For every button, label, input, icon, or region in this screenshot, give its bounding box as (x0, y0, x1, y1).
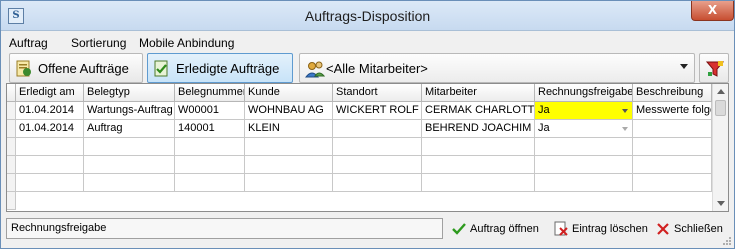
filter-icon (705, 61, 725, 77)
completed-orders-button[interactable]: Erledigte Aufträge (147, 53, 293, 83)
table-cell[interactable] (422, 156, 535, 174)
status-field: Rechnungsfreigabe (6, 218, 443, 239)
employee-filter-value: <Alle Mitarbeiter> (326, 61, 428, 76)
invoice-release-value: Ja (538, 122, 550, 134)
close-button[interactable]: Schließen (655, 219, 725, 239)
table-cell[interactable] (175, 174, 245, 192)
chevron-down-icon (622, 109, 628, 113)
completed-orders-icon (154, 60, 168, 77)
row-selector[interactable] (7, 174, 16, 192)
orders-grid: Erledigt am Belegtyp Belegnummer Kunde S… (6, 83, 729, 212)
open-orders-label: Offene Aufträge (38, 61, 129, 76)
table-cell[interactable] (535, 174, 633, 192)
filter-button[interactable] (699, 53, 729, 83)
scroll-down-icon[interactable] (717, 201, 725, 206)
table-cell[interactable]: W00001 (175, 102, 245, 120)
column-header-standort[interactable]: Standort (333, 84, 422, 102)
table-cell[interactable] (633, 120, 712, 138)
table-cell[interactable]: WOHNBAU AG (245, 102, 333, 120)
table-cell[interactable] (422, 174, 535, 192)
menu-sortierung[interactable]: Sortierung (71, 36, 126, 50)
checkmark-icon (452, 223, 466, 235)
table-cell[interactable] (333, 156, 422, 174)
row-selector[interactable] (7, 156, 16, 174)
table-cell[interactable]: BEHREND JOACHIM (422, 120, 535, 138)
table-cell[interactable]: Messwerte folge (633, 102, 712, 120)
window-close-button[interactable]: X (691, 1, 734, 21)
open-orders-button[interactable]: Offene Aufträge (9, 53, 143, 83)
completed-orders-label: Erledigte Aufträge (176, 61, 280, 76)
menu-mobile-anbindung[interactable]: Mobile Anbindung (139, 36, 234, 50)
table-cell[interactable] (245, 156, 333, 174)
table-cell[interactable]: 140001 (175, 120, 245, 138)
table-cell[interactable] (16, 156, 84, 174)
window-title: Auftrags-Disposition (304, 8, 431, 24)
table-cell[interactable] (84, 138, 175, 156)
delete-document-icon (554, 221, 568, 236)
table-cell[interactable] (535, 156, 633, 174)
table-cell[interactable]: WICKERT ROLF (333, 102, 422, 120)
row-selector[interactable] (7, 138, 16, 156)
open-order-label: Auftrag öffnen (470, 223, 539, 235)
column-header-belegnummer[interactable]: Belegnummer (175, 84, 245, 102)
users-icon (305, 61, 325, 78)
open-orders-icon (16, 60, 31, 77)
table-cell[interactable] (245, 138, 333, 156)
table-cell[interactable] (333, 120, 422, 138)
table-cell[interactable] (633, 156, 712, 174)
invoice-release-select[interactable]: Ja (535, 120, 633, 138)
table-cell[interactable] (633, 138, 712, 156)
resize-grip-icon[interactable] (722, 236, 732, 246)
table-cell[interactable] (175, 156, 245, 174)
column-header-belegtyp[interactable]: Belegtyp (84, 84, 175, 102)
row-selector[interactable] (7, 120, 16, 138)
row-header-corner (7, 84, 16, 102)
employee-filter-select[interactable]: <Alle Mitarbeiter> (299, 53, 695, 83)
main-window: S Auftrags-Disposition X Auftrag Sortier… (0, 0, 735, 249)
menu-auftrag[interactable]: Auftrag (9, 36, 48, 50)
delete-entry-label: Eintrag löschen (572, 223, 648, 235)
table-cell[interactable]: Wartungs-Auftrag (84, 102, 175, 120)
chevron-down-icon (622, 127, 628, 131)
row-selector[interactable] (7, 102, 16, 120)
table-cell[interactable] (333, 138, 422, 156)
table-cell[interactable]: 01.04.2014 (16, 120, 84, 138)
open-order-button[interactable]: Auftrag öffnen (451, 219, 547, 239)
vertical-scrollbar[interactable] (712, 84, 728, 211)
scroll-thumb[interactable] (715, 100, 726, 116)
invoice-release-value: Ja (538, 104, 550, 116)
table-cell[interactable] (245, 174, 333, 192)
table-cell[interactable]: KLEIN (245, 120, 333, 138)
table-cell[interactable] (333, 174, 422, 192)
table-cell[interactable] (175, 138, 245, 156)
chevron-down-icon (680, 64, 688, 69)
column-header-beschreibung[interactable]: Beschreibung (633, 84, 712, 102)
close-label: Schließen (674, 223, 723, 235)
column-header-rechnungsfreigabe[interactable]: Rechnungsfreigabe (535, 84, 633, 102)
table-cell[interactable] (633, 174, 712, 192)
column-header-erledigt-am[interactable]: Erledigt am (16, 84, 84, 102)
column-header-kunde[interactable]: Kunde (245, 84, 333, 102)
table-cell[interactable] (16, 138, 84, 156)
title-bar: S Auftrags-Disposition X (1, 1, 734, 31)
invoice-release-select[interactable]: Ja (535, 102, 633, 120)
row-selector[interactable] (7, 192, 16, 210)
delete-entry-button[interactable]: Eintrag löschen (553, 219, 649, 239)
table-cell[interactable] (535, 138, 633, 156)
table-cell[interactable] (16, 174, 84, 192)
column-header-mitarbeiter[interactable]: Mitarbeiter (422, 84, 535, 102)
scroll-up-icon[interactable] (717, 89, 725, 94)
table-cell[interactable]: 01.04.2014 (16, 102, 84, 120)
close-icon (657, 223, 669, 235)
table-cell[interactable] (422, 138, 535, 156)
table-cell[interactable] (84, 174, 175, 192)
table-cell[interactable] (84, 156, 175, 174)
table-cell[interactable]: Auftrag (84, 120, 175, 138)
table-cell[interactable]: CERMAK CHARLOTTE (422, 102, 535, 120)
